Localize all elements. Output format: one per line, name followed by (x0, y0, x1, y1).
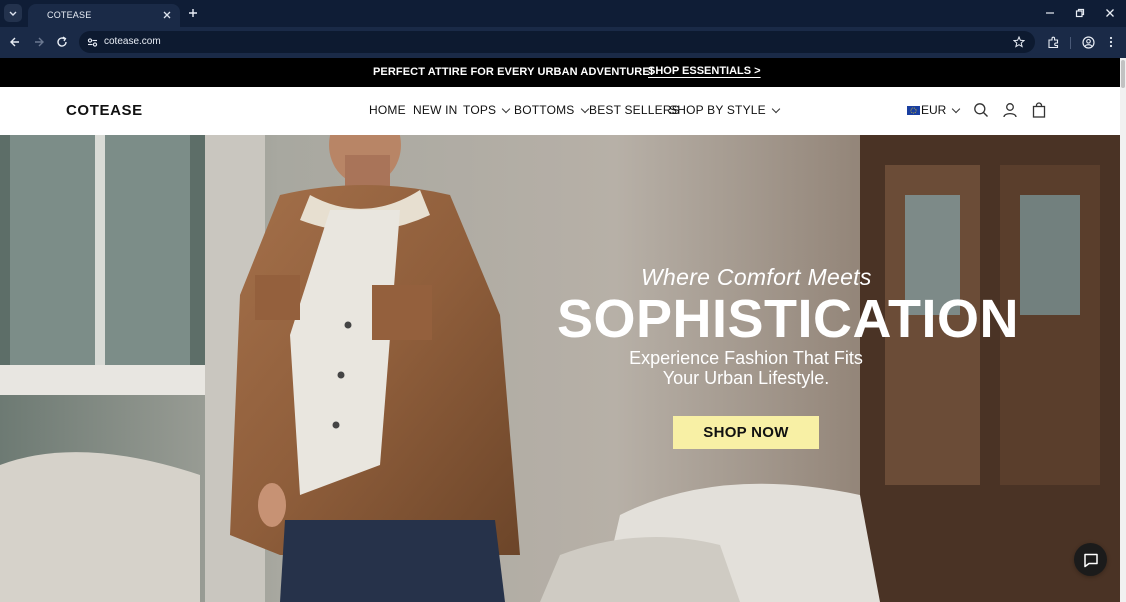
profile-icon[interactable] (1079, 33, 1097, 51)
reload-icon[interactable] (53, 33, 71, 51)
back-icon[interactable] (6, 33, 24, 51)
nav-best-sellers[interactable]: BEST SELLERS (589, 103, 680, 117)
menu-icon[interactable] (1102, 33, 1120, 51)
eu-flag-icon (907, 105, 920, 115)
shop-essentials-link[interactable]: SHOP ESSENTIALS > (648, 65, 761, 77)
nav-tops-label: TOPS (463, 103, 497, 117)
site-logo[interactable]: COTEASE (66, 102, 143, 119)
nav-bottoms-label: BOTTOMS (514, 103, 575, 117)
currency-selector[interactable]: EUR (907, 103, 961, 117)
nav-home-label: HOME (369, 103, 406, 117)
url-text[interactable]: cotease.com (104, 36, 161, 47)
nav-shop-by-style[interactable]: SHOP BY STYLE (669, 103, 781, 117)
site-header: COTEASE HOME NEW IN TOPS BOTTOMS BEST SE… (0, 87, 1120, 135)
announcement-text: PERFECT ATTIRE FOR EVERY URBAN ADVENTURE… (373, 66, 654, 78)
chevron-down-icon (580, 104, 589, 114)
plus-icon[interactable] (185, 5, 201, 21)
address-bar[interactable]: cotease.com (79, 31, 1035, 53)
toolbar-divider (1070, 37, 1071, 49)
nav-best-sellers-label: BEST SELLERS (589, 103, 680, 117)
nav-shop-by-style-label: SHOP BY STYLE (669, 103, 766, 117)
restore-icon[interactable] (1071, 5, 1089, 21)
announcement-bar: PERFECT ATTIRE FOR EVERY URBAN ADVENTURE… (0, 58, 1120, 87)
shop-now-button[interactable]: SHOP NOW (673, 416, 819, 449)
cart-icon[interactable] (1030, 101, 1048, 119)
account-icon[interactable] (1001, 101, 1019, 119)
tab-list-icon[interactable] (4, 4, 22, 22)
nav-new-in[interactable]: NEW IN (413, 103, 458, 117)
browser-tab[interactable]: COTEASE (28, 4, 180, 27)
tab-title: COTEASE (47, 10, 92, 20)
chevron-down-icon (502, 104, 511, 114)
forward-icon[interactable] (30, 33, 48, 51)
currency-label: EUR (921, 103, 947, 117)
nav-new-in-label: NEW IN (413, 103, 458, 117)
window-close-icon[interactable] (1101, 5, 1119, 21)
minimize-icon[interactable] (1041, 5, 1059, 21)
hero-eyebrow: Where Comfort Meets (641, 264, 872, 290)
hero-image (0, 135, 1120, 602)
browser-tab-bar: COTEASE (0, 0, 1126, 27)
site-info-icon[interactable] (84, 34, 100, 50)
scrollbar-thumb[interactable] (1121, 60, 1125, 88)
chevron-down-icon (952, 104, 961, 114)
search-icon[interactable] (972, 101, 990, 119)
hero-banner: Where Comfort Meets SOPHISTICATION Exper… (0, 135, 1120, 602)
chat-icon[interactable] (1074, 543, 1107, 576)
star-icon[interactable] (1011, 34, 1027, 50)
extensions-icon[interactable] (1044, 33, 1062, 51)
nav-bottoms[interactable]: BOTTOMS (514, 103, 589, 117)
hero-title: SOPHISTICATION (557, 289, 1020, 349)
web-page: PERFECT ATTIRE FOR EVERY URBAN ADVENTURE… (0, 58, 1120, 602)
close-icon[interactable] (160, 8, 174, 22)
chevron-down-icon (771, 104, 781, 114)
nav-home[interactable]: HOME (369, 103, 406, 117)
hero-subtitle: Experience Fashion That Fits Your Urban … (629, 348, 863, 388)
browser-toolbar: cotease.com (0, 27, 1126, 58)
page-scrollbar[interactable] (1120, 58, 1126, 602)
nav-tops[interactable]: TOPS (463, 103, 511, 117)
